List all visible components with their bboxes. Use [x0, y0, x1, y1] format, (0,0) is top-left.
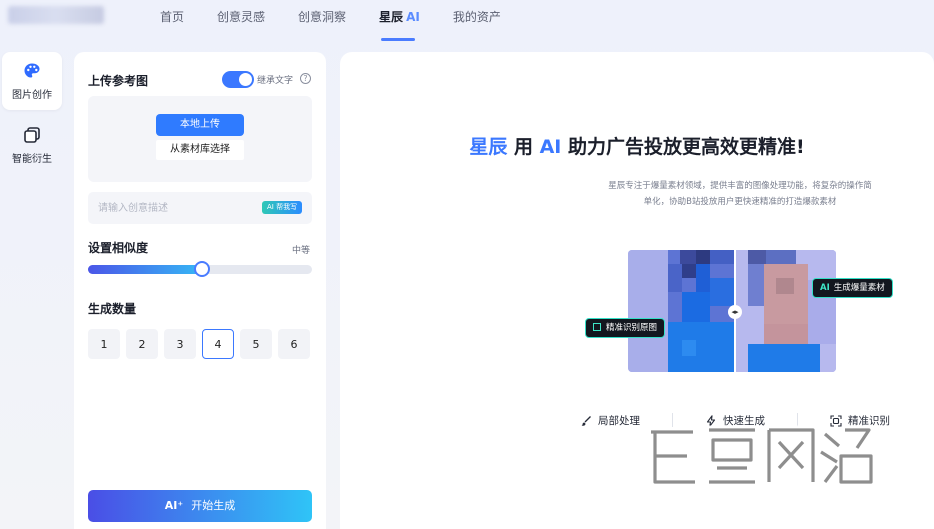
inherit-text-label: 继承文字 [257, 76, 294, 86]
generate-label: 开始生成 [191, 499, 236, 512]
hero-subtitle-line2: 单化，协助B站投放用户更快速精准的打造爆款素材 [643, 197, 837, 207]
nav-item-xingchen-label: 星辰 [379, 10, 404, 24]
hero-subtitle-line1: 星辰专注于爆量素材领域，提供丰富的图像处理功能，将复杂的操作简 [608, 181, 872, 191]
hero-title-part3: 助力广告投放更高效更精准! [568, 136, 805, 158]
slider-fill [88, 265, 203, 274]
count-option-3[interactable]: 3 [164, 329, 196, 359]
nav-item-ai-accent: AI [406, 10, 420, 24]
scan-frame-icon [593, 323, 601, 331]
count-option-1[interactable]: 1 [88, 329, 120, 359]
ai-write-button[interactable]: AI 帮我写 [262, 201, 303, 214]
layers-icon [24, 126, 40, 143]
similarity-value: 中等 [292, 246, 311, 256]
nav-item-assets[interactable]: 我的资产 [453, 8, 501, 26]
feature-label: 局部处理 [598, 415, 640, 427]
similarity-title: 设置相似度 [88, 241, 149, 255]
palette-icon [24, 63, 40, 77]
hero-title-part2: 用 [513, 136, 533, 158]
hero-title-accent-ai: AI [539, 136, 562, 158]
tag-generate-label: 生成爆量素材 [833, 283, 885, 293]
upload-dropzone[interactable]: 本地上传 从素材库选择 [88, 96, 312, 182]
compare-handle-icon[interactable]: ◂▸ [728, 305, 742, 319]
feature-partial-processing: 局部处理 [580, 413, 640, 428]
nav-item-inspiration[interactable]: 创意灵感 [217, 8, 265, 26]
inherit-text-toggle[interactable] [222, 71, 254, 88]
top-bar: 首页 创意灵感 创意洞察 星辰 AI 我的资产 [0, 0, 934, 41]
count-option-4[interactable]: 4 [202, 329, 234, 359]
tag-recognize-original: 精准识别原图 [585, 318, 666, 338]
nav-item-xingchen-ai[interactable]: 星辰 AI [379, 8, 420, 26]
tag-generate-material: AI 生成爆量素材 [812, 278, 893, 298]
ai-plus-icon: AI⁺ [164, 499, 184, 512]
count-option-2[interactable]: 2 [126, 329, 158, 359]
upload-reference-title: 上传参考图 [88, 74, 149, 88]
count-option-5[interactable]: 5 [240, 329, 272, 359]
left-rail: 图片创作 智能衍生 [0, 52, 66, 529]
hero-title: 星辰 用 AI 助力广告投放更高效更精准! [340, 132, 934, 159]
start-generate-button[interactable]: AI⁺ 开始生成 [88, 490, 312, 522]
rail-item-image-creation[interactable]: 图片创作 [2, 52, 62, 110]
settings-panel: 上传参考图 继承文字 ? 本地上传 从素材库选择 AI 帮我写 设置相似度 中等… [74, 52, 326, 529]
nav-item-home[interactable]: 首页 [160, 8, 184, 26]
count-option-6[interactable]: 6 [278, 329, 310, 359]
count-options: 1 2 3 4 5 6 [88, 329, 316, 359]
watermark-logo [650, 425, 875, 487]
tag-ai-label: AI [820, 283, 830, 293]
before-after-image[interactable]: ◂▸ [628, 250, 836, 372]
hero-subtitle: 星辰专注于爆量素材领域，提供丰富的图像处理功能，将复杂的操作简 单化，协助B站投… [580, 178, 900, 210]
local-upload-button[interactable]: 本地上传 [156, 114, 244, 136]
rail-item-label: 图片创作 [12, 89, 52, 101]
select-from-library-button[interactable]: 从素材库选择 [156, 140, 244, 160]
brush-icon [581, 415, 591, 426]
main-nav: 首页 创意灵感 创意洞察 星辰 AI 我的资产 [160, 8, 534, 26]
logo[interactable] [8, 6, 104, 24]
hero-title-accent-xingchen: 星辰 [469, 136, 508, 158]
slider-thumb[interactable] [194, 261, 211, 277]
nav-active-indicator [381, 38, 415, 41]
tag-recognize-label: 精准识别原图 [606, 323, 658, 333]
toggle-knob [239, 73, 252, 86]
similarity-slider[interactable] [88, 261, 312, 277]
help-icon[interactable]: ? [300, 73, 311, 84]
rail-item-smart-derive[interactable]: 智能衍生 [2, 116, 62, 174]
nav-item-insight[interactable]: 创意洞察 [298, 8, 346, 26]
count-title: 生成数量 [88, 302, 137, 316]
rail-item-label: 智能衍生 [12, 153, 52, 165]
